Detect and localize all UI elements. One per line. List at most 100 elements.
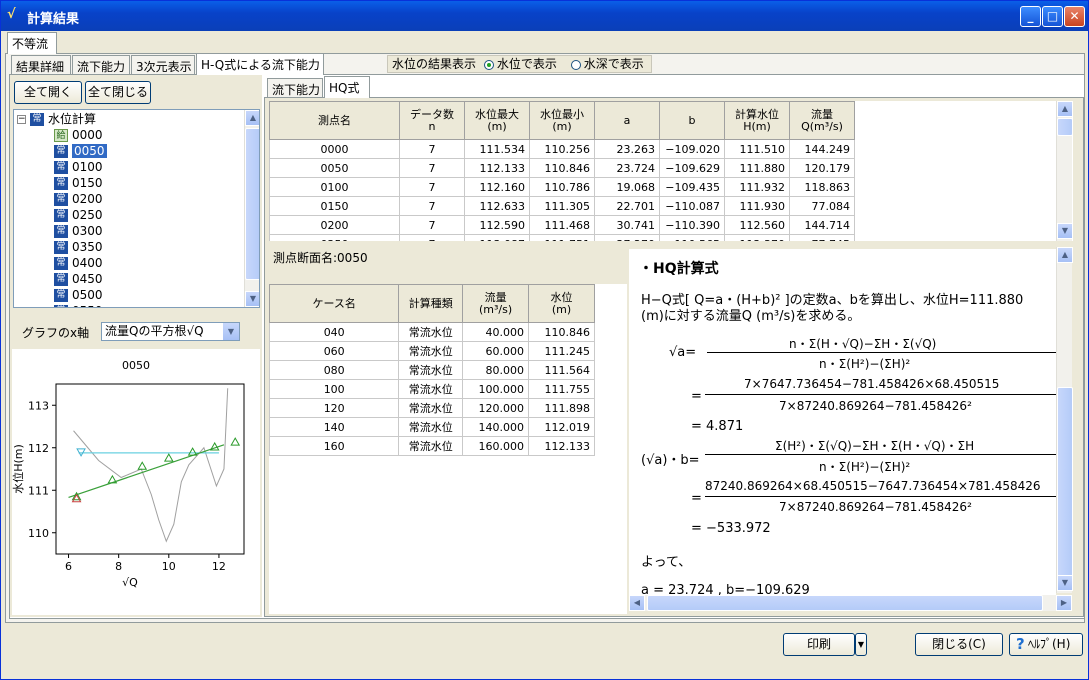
table-row[interactable]: 02507113.087111.75127.270−110.565112.370… — [269, 234, 855, 241]
tab-hq-formula[interactable]: HQ式 — [324, 76, 370, 98]
scroll-up-icon[interactable]: ▲ — [1057, 247, 1073, 263]
table-row[interactable]: 0000 7 111.534 110.256 23.263 −109.020 111.510… — [269, 139, 855, 159]
tab-sub-flow-capacity[interactable]: 流下能力 — [267, 78, 323, 98]
radio-water-level[interactable] — [483, 59, 494, 70]
tree-item[interactable]: 常 0400 — [54, 255, 103, 271]
denominator-3: n・Σ(H²)−(ΣH)² — [819, 460, 911, 474]
tab-3d-view[interactable]: 3次元表示 — [131, 55, 195, 75]
column-header[interactable]: 計算種類 — [398, 284, 464, 323]
tree-item[interactable]: 常 0550 — [54, 303, 103, 307]
station-tree[interactable]: − 常水位計算 給 0000 常 0050 常 0100 常 0150 常 0200 常 0250 常 03… — [13, 109, 260, 308]
table-cell: 112.590 — [464, 215, 530, 235]
table-cell: 144.249 — [789, 139, 855, 159]
tab-result-detail[interactable]: 結果詳細 — [11, 55, 71, 75]
tab-futouryu[interactable]: 不等流 — [7, 32, 57, 54]
formula-hscroll-thumb[interactable] — [647, 595, 1043, 611]
column-header[interactable]: 測点名 — [269, 101, 400, 140]
final-result: a = 23.724 , b=−109.629 — [641, 583, 810, 595]
column-header[interactable]: 水位最大 (m) — [464, 101, 530, 140]
table-row[interactable]: 080 常流水位 80.000 111.564 — [269, 360, 595, 380]
print-button[interactable]: 印刷 — [783, 633, 855, 656]
radio-water-level-label[interactable]: 水位で表示 — [497, 57, 557, 71]
table-row[interactable]: 0100 7 112.160 110.786 19.068 −109.435 111.932… — [269, 177, 855, 197]
expand-all-button[interactable]: 全て開く — [14, 81, 82, 104]
column-header[interactable]: 計算水位 H(m) — [724, 101, 790, 140]
station-icon: 常 — [54, 225, 68, 238]
scroll-up-icon[interactable]: ▲ — [245, 110, 259, 126]
table-cell: 27.270 — [594, 234, 660, 241]
tree-scrollbar[interactable]: ▲ ▼ — [244, 110, 259, 307]
result-sqrt-a: = 4.871 — [691, 419, 744, 434]
formula-scrollbar[interactable]: ▲ ▼ — [1056, 247, 1073, 593]
tree-item[interactable]: 常 0300 — [54, 223, 103, 239]
table-row[interactable]: 060 常流水位 60.000 111.245 — [269, 341, 595, 361]
supply-station-icon: 給 — [54, 129, 68, 142]
radio-water-depth[interactable] — [570, 59, 581, 70]
tab-hq-flow-capacity[interactable]: H-Q式による流下能力 — [196, 53, 324, 75]
column-header[interactable]: 流量 (m³/s) — [462, 284, 530, 323]
column-header[interactable]: ケース名 — [269, 284, 400, 323]
column-header[interactable]: 水位 (m) — [528, 284, 595, 323]
scroll-down-icon[interactable]: ▼ — [245, 291, 259, 307]
x-tick-label: 6 — [65, 560, 72, 573]
column-header[interactable]: a — [594, 101, 660, 140]
sqrt-a-label: √a= — [669, 345, 697, 360]
column-header[interactable]: データ数 n — [399, 101, 465, 140]
help-button[interactable]: ? ﾍﾙﾌﾟ(H) — [1009, 633, 1083, 656]
tree-item[interactable]: 常 0200 — [54, 191, 103, 207]
collapse-all-button[interactable]: 全て閉じる — [85, 81, 151, 104]
station-table-scrollbar[interactable]: ▲ ▼ — [1056, 101, 1073, 241]
table-cell: 常流水位 — [398, 341, 464, 361]
hq-chart: 0050 6 8 10 12 110 111 112 113 √Q 水位H(m) — [11, 359, 245, 589]
tree-item[interactable]: 常 0100 — [54, 159, 103, 175]
table-row[interactable]: 0150 7 112.633 111.305 22.701 −110.087 111.930… — [269, 196, 855, 216]
table-row[interactable]: 120 常流水位 120.000 111.898 — [269, 398, 595, 418]
table-row[interactable]: 0200 7 112.590 111.468 30.741 −110.390 112.560… — [269, 215, 855, 235]
print-dropdown-icon[interactable]: ▼ — [855, 633, 867, 656]
close-button[interactable]: 閉じる(C) — [915, 633, 1003, 656]
radio-water-depth-label[interactable]: 水深で表示 — [584, 57, 644, 71]
denominator-2: 7×87240.869264−781.458426² — [779, 399, 972, 413]
scroll-right-icon[interactable]: ▶ — [1056, 595, 1072, 611]
tree-item[interactable]: 常 0350 — [54, 239, 103, 255]
tree-item[interactable]: 常 0250 — [54, 207, 103, 223]
tree-root-label: 水位計算 — [48, 112, 97, 126]
table-row[interactable]: 140 常流水位 140.000 112.019 — [269, 417, 595, 437]
x-tick-label: 12 — [212, 560, 226, 573]
fraction-bar-4 — [705, 496, 1056, 497]
chevron-down-icon[interactable]: ▼ — [223, 323, 239, 340]
close-window-button[interactable]: ✕ — [1064, 6, 1085, 27]
tree-item[interactable]: 常 0050 — [54, 143, 107, 159]
column-header[interactable]: 水位最小 (m) — [529, 101, 595, 140]
tree-scroll-thumb[interactable] — [245, 128, 259, 280]
x-axis-select[interactable]: 流量Qの平方根√Q ▼ — [101, 322, 240, 341]
scroll-up-icon[interactable]: ▲ — [1057, 101, 1073, 117]
chart-title: 0050 — [122, 359, 150, 372]
column-header[interactable]: b — [659, 101, 725, 140]
station-scroll-thumb[interactable] — [1057, 118, 1073, 136]
minimize-button[interactable]: _ — [1020, 6, 1041, 27]
table-row[interactable]: 160 常流水位 160.000 112.133 — [269, 436, 595, 456]
tree-item[interactable]: 常 0500 — [54, 287, 103, 303]
tree-item[interactable]: 常 0150 — [54, 175, 103, 191]
formula-hscrollbar[interactable]: ◀ ▶ — [629, 595, 1072, 611]
table-row[interactable]: 040 常流水位 40.000 110.846 — [269, 322, 595, 342]
tree-item[interactable]: 給 0000 — [54, 127, 103, 143]
title-bar[interactable]: √ 計算結果 _ □ ✕ — [1, 1, 1088, 31]
tree-root[interactable]: − 常水位計算 — [17, 111, 96, 127]
table-cell: 110.846 — [529, 158, 595, 178]
tree-item[interactable]: 常 0450 — [54, 271, 103, 287]
table-cell: 111.534 — [464, 139, 530, 159]
main-window: √ 計算結果 _ □ ✕ 不等流 結果詳細 流下能力 3次元表示 H-Q式による… — [0, 0, 1089, 680]
collapse-toggle-icon[interactable]: − — [17, 115, 26, 124]
table-row[interactable]: 100 常流水位 100.000 111.755 — [269, 379, 595, 399]
tab-flow-capacity[interactable]: 流下能力 — [72, 55, 130, 75]
y-tick-label: 112 — [28, 442, 49, 455]
scroll-down-icon[interactable]: ▼ — [1057, 575, 1073, 591]
scroll-down-icon[interactable]: ▼ — [1057, 223, 1073, 239]
formula-scroll-thumb[interactable] — [1057, 387, 1073, 577]
table-row[interactable]: 0050 7 112.133 110.846 23.724 −109.629 111.880… — [269, 158, 855, 178]
maximize-button[interactable]: □ — [1042, 6, 1063, 27]
column-header[interactable]: 流量 Q(m³/s) — [789, 101, 855, 140]
scroll-left-icon[interactable]: ◀ — [629, 595, 645, 611]
